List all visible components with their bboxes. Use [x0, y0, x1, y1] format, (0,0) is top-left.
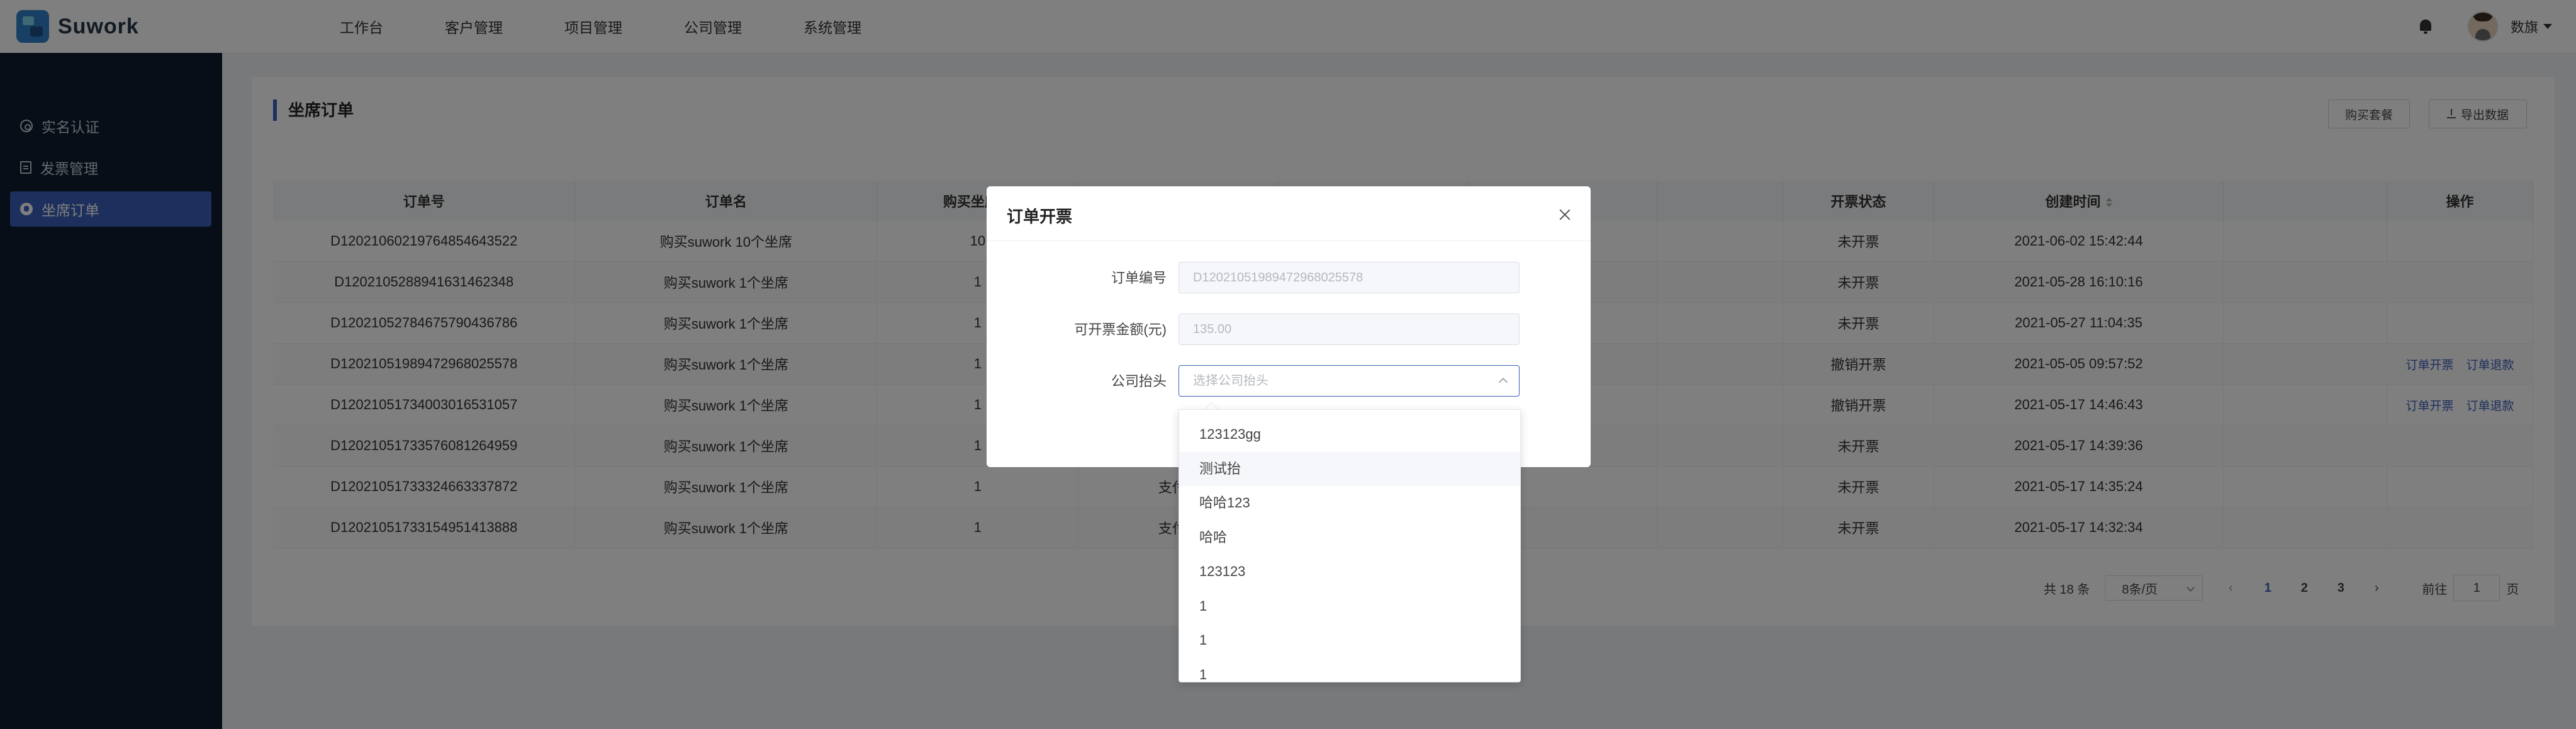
- order-no-field: D1202105198947296802557​8: [1179, 262, 1520, 293]
- order-no-label: 订单编号: [1111, 270, 1167, 286]
- modal-title: 订单开票: [1007, 207, 1073, 226]
- amount-field: 135.00: [1179, 314, 1520, 345]
- chevron-up-icon: [1498, 377, 1508, 387]
- dropdown-option[interactable]: 1: [1179, 658, 1520, 682]
- company-select-placeholder: 选择公司抬头: [1193, 374, 1268, 388]
- dropdown-option[interactable]: 123123: [1179, 555, 1520, 589]
- dropdown-option[interactable]: 123123gg: [1179, 417, 1520, 452]
- company-select[interactable]: 选择公司抬头: [1179, 365, 1520, 397]
- dropdown-option[interactable]: 1: [1179, 589, 1520, 624]
- divider: [987, 240, 1591, 241]
- dropdown-option[interactable]: 1: [1179, 623, 1520, 658]
- amount-label: 可开票金额(元): [1074, 322, 1167, 337]
- close-icon[interactable]: [1558, 208, 1572, 222]
- dropdown-option[interactable]: 哈哈: [1179, 521, 1520, 555]
- company-label: 公司抬头: [1111, 373, 1167, 389]
- dropdown-option[interactable]: 哈哈123: [1179, 486, 1520, 521]
- dropdown-option[interactable]: 测试抬: [1179, 451, 1520, 486]
- company-dropdown: 123123gg 测试抬 哈哈123 哈哈 123123 1 1 1: [1179, 409, 1521, 682]
